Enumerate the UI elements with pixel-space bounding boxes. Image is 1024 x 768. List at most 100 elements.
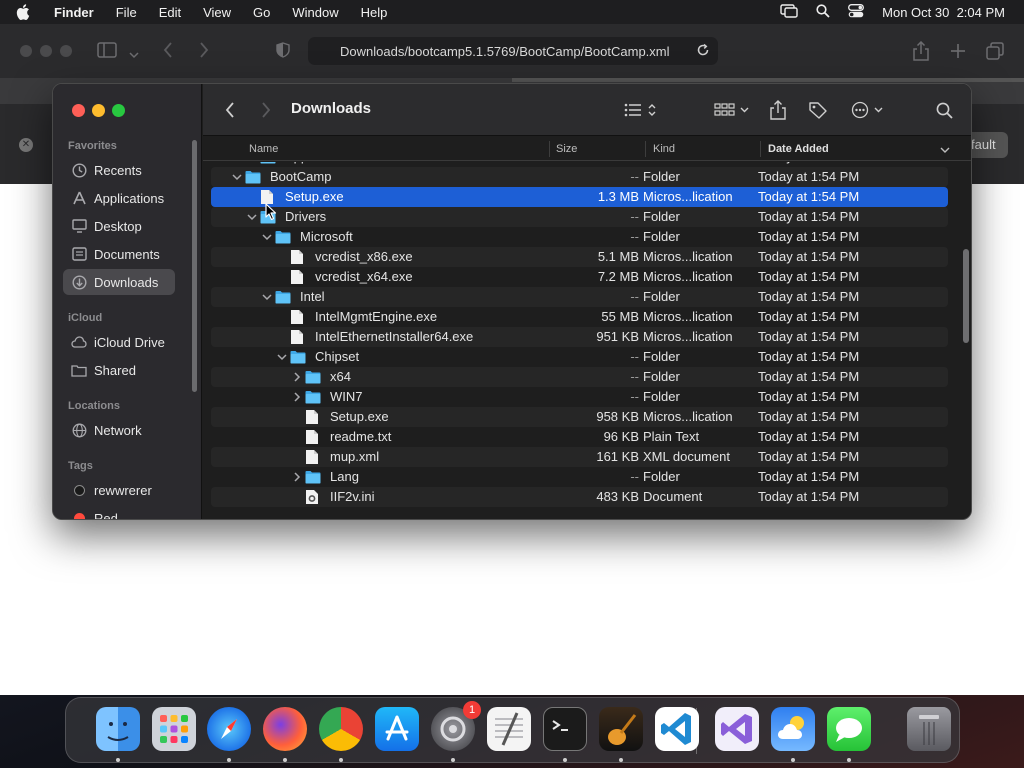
sidebar-item-network[interactable]: Network	[63, 417, 175, 443]
new-tab-icon[interactable]	[950, 43, 966, 64]
column-kind[interactable]: Kind	[653, 143, 675, 155]
sidebar-item-applications[interactable]: Applications	[63, 185, 175, 211]
table-row[interactable]: WIN7 -- Folder Today at 1:54 PM	[211, 387, 948, 407]
forward-icon[interactable]	[199, 42, 209, 63]
table-row[interactable]: x64 -- Folder Today at 1:54 PM	[211, 367, 948, 387]
menu-file[interactable]: File	[116, 5, 137, 20]
table-row[interactable]: IIF2v.ini 483 KB Document Today at 1:54 PM	[211, 487, 948, 507]
disclosure-collapsed-icon[interactable]	[291, 470, 303, 484]
chevron-down-icon[interactable]	[129, 46, 139, 64]
safari-zoom-button[interactable]	[60, 45, 72, 57]
disclosure-collapsed-icon[interactable]	[291, 370, 303, 384]
control-center-icon[interactable]	[848, 3, 865, 21]
menu-edit[interactable]: Edit	[159, 5, 181, 20]
disclosure-expanded-icon[interactable]	[261, 290, 273, 304]
table-row[interactable]: IntelEthernetInstaller64.exe 951 KB Micros…	[211, 327, 948, 347]
vscode-icon[interactable]	[655, 707, 699, 751]
safari-address-bar[interactable]: Downloads/bootcamp5.1.5769/BootCamp/Boot…	[308, 37, 718, 65]
terminal-icon[interactable]	[543, 707, 587, 751]
launchpad-icon[interactable]	[152, 707, 196, 751]
menu-app-name[interactable]: Finder	[54, 5, 94, 20]
table-row[interactable]: Lang -- Folder Today at 1:54 PM	[211, 467, 948, 487]
column-name[interactable]: Name	[249, 143, 278, 155]
share-icon[interactable]	[913, 40, 929, 66]
reload-icon[interactable]	[696, 43, 710, 60]
back-icon[interactable]	[163, 42, 173, 63]
group-by-icon[interactable]	[714, 103, 750, 117]
table-row[interactable]: Setup.exe 958 KB Micros...lication Today at…	[211, 407, 948, 427]
safari-minimize-button[interactable]	[40, 45, 52, 57]
sidebar-scrollbar[interactable]	[192, 140, 197, 392]
safari-close-button[interactable]	[20, 45, 32, 57]
more-actions-icon[interactable]	[851, 101, 887, 119]
disclosure-collapsed-icon[interactable]	[291, 390, 303, 404]
firefox-icon[interactable]	[263, 707, 307, 751]
zoom-button[interactable]	[112, 104, 125, 117]
spotlight-search-icon[interactable]	[816, 3, 830, 21]
trash-icon[interactable]	[907, 707, 951, 751]
sidebar-item-tag-rewwrerer[interactable]: rewwrerer	[63, 477, 175, 503]
tab-overview-icon[interactable]	[986, 42, 1004, 65]
file-size: 55 MB	[601, 309, 639, 324]
file-list-scrollbar[interactable]	[963, 249, 969, 343]
table-row[interactable]: Drivers -- Folder Today at 1:54 PM	[211, 207, 948, 227]
table-row[interactable]: mup.xml 161 KB XML document Today at 1:54 P…	[211, 447, 948, 467]
list-view-icon[interactable]	[624, 102, 658, 118]
app-store-icon[interactable]	[375, 707, 419, 751]
close-button[interactable]	[72, 104, 85, 117]
search-icon[interactable]	[936, 102, 953, 119]
share-icon[interactable]	[770, 100, 786, 120]
sidebar-item-desktop[interactable]: Desktop	[63, 213, 175, 239]
sort-chevron-icon[interactable]	[940, 145, 950, 157]
disclosure-expanded-icon[interactable]	[246, 210, 258, 224]
column-divider[interactable]	[645, 141, 646, 157]
menu-window[interactable]: Window	[292, 5, 338, 20]
visual-studio-icon[interactable]	[715, 707, 759, 751]
menu-help[interactable]: Help	[361, 5, 388, 20]
table-row[interactable]: vcredist_x64.exe 7.2 MB Micros...lication T…	[211, 267, 948, 287]
table-row[interactable]: vcredist_x86.exe 5.1 MB Micros...lication T…	[211, 247, 948, 267]
file-date-added: Today at 1:54 PM	[758, 389, 860, 404]
textedit-icon[interactable]	[487, 707, 531, 751]
sidebar-item-documents[interactable]: Documents	[63, 241, 175, 267]
sidebar-item-icloud-drive[interactable]: iCloud Drive	[63, 329, 175, 355]
menu-clock[interactable]: Mon Oct 30 2:04 PM	[882, 5, 1005, 20]
banner-close-icon[interactable]: ✕	[19, 138, 33, 152]
safari-icon[interactable]	[207, 707, 251, 751]
disclosure-expanded-icon[interactable]	[231, 170, 243, 184]
column-date-added[interactable]: Date Added	[768, 143, 829, 155]
messages-icon[interactable]	[827, 707, 871, 751]
forward-icon[interactable]	[261, 102, 271, 118]
menu-go[interactable]: Go	[253, 5, 270, 20]
chrome-icon[interactable]	[319, 707, 363, 751]
sidebar-toggle-icon[interactable]	[97, 42, 117, 63]
tag-icon[interactable]	[808, 101, 828, 119]
table-row[interactable]: readme.txt 96 KB Plain Text Today at 1:54 P…	[211, 427, 948, 447]
disclosure-expanded-icon[interactable]	[276, 350, 288, 364]
finder-icon[interactable]	[96, 707, 140, 751]
garageband-icon[interactable]	[599, 707, 643, 751]
sidebar-item-tag-red[interactable]: Red	[63, 505, 175, 519]
disclosure-expanded-icon[interactable]	[261, 230, 273, 244]
table-row[interactable]: BootCamp -- Folder Today at 1:54 PM	[211, 167, 948, 187]
file-kind: Folder	[643, 209, 680, 224]
screen-mirror-icon[interactable]	[780, 3, 798, 21]
weather-icon[interactable]	[771, 707, 815, 751]
minimize-button[interactable]	[92, 104, 105, 117]
table-row[interactable]: Intel -- Folder Today at 1:54 PM	[211, 287, 948, 307]
table-row-selected[interactable]: Setup.exe 1.3 MB Micros...lication Today at…	[211, 187, 948, 207]
column-divider[interactable]	[549, 141, 550, 157]
column-divider[interactable]	[760, 141, 761, 157]
back-icon[interactable]	[225, 102, 235, 118]
sidebar-item-downloads[interactable]: Downloads	[63, 269, 175, 295]
table-row[interactable]: Microsoft -- Folder Today at 1:54 PM	[211, 227, 948, 247]
table-row[interactable]: IntelMgmtEngine.exe 55 MB Micros...licatio…	[211, 307, 948, 327]
privacy-shield-icon[interactable]	[276, 42, 290, 63]
column-size[interactable]: Size	[556, 143, 577, 155]
disclosure-collapsed-icon[interactable]	[246, 162, 258, 164]
table-row[interactable]: Chipset -- Folder Today at 1:54 PM	[211, 347, 948, 367]
sidebar-item-recents[interactable]: Recents	[63, 157, 175, 183]
apple-icon[interactable]	[16, 4, 38, 20]
sidebar-item-shared[interactable]: Shared	[63, 357, 175, 383]
menu-view[interactable]: View	[203, 5, 231, 20]
